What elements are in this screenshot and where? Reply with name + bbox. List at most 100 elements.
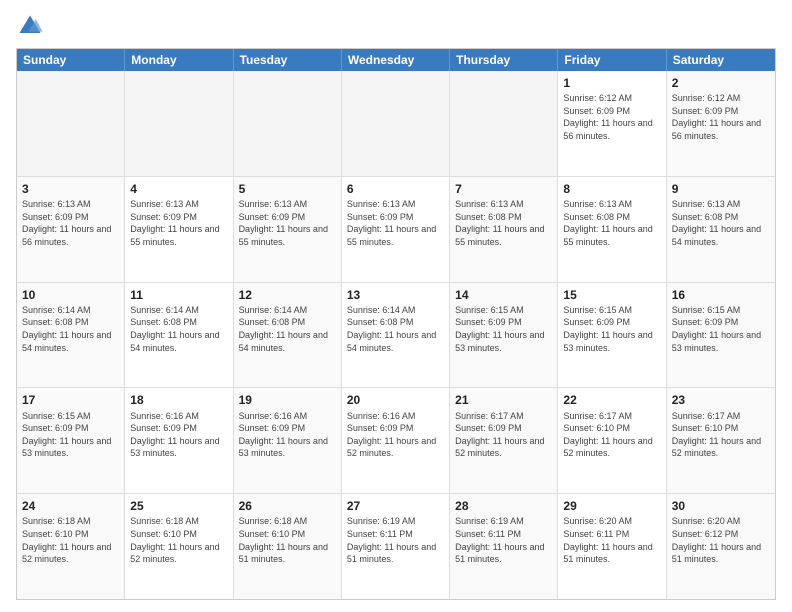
day-cell-29: 29Sunrise: 6:20 AM Sunset: 6:11 PM Dayli… [558,494,666,599]
day-info: Sunrise: 6:13 AM Sunset: 6:09 PM Dayligh… [130,198,227,248]
day-cell-15: 15Sunrise: 6:15 AM Sunset: 6:09 PM Dayli… [558,283,666,388]
week-row-4: 17 Sunrise: 6:15 AM Sunset: 6:09 PM Dayli… [17,388,775,494]
day-cell-16: 16Sunrise: 6:15 AM Sunset: 6:09 PM Dayli… [667,283,775,388]
day-cell-4: 4Sunrise: 6:13 AM Sunset: 6:09 PM Daylig… [125,177,233,282]
day-number: 7 [455,181,552,197]
day-cell-1: 1Sunrise: 6:12 AM Sunset: 6:09 PM Daylig… [558,71,666,176]
day-cell-27: 27Sunrise: 6:19 AM Sunset: 6:11 PM Dayli… [342,494,450,599]
day-number: 10 [22,287,119,303]
day-cell-6: 6Sunrise: 6:13 AM Sunset: 6:09 PM Daylig… [342,177,450,282]
day-info: Sunrise: 6:16 AM Sunset: 6:09 PM Dayligh… [347,410,444,460]
day-number: 1 [563,75,660,91]
day-info: Sunrise: 6:16 AM Sunset: 6:09 PM Dayligh… [130,410,227,460]
day-number: 19 [239,392,336,408]
day-number: 9 [672,181,770,197]
day-cell-17: 17 Sunrise: 6:15 AM Sunset: 6:09 PM Dayli… [17,388,125,493]
day-cell-7: 7Sunrise: 6:13 AM Sunset: 6:08 PM Daylig… [450,177,558,282]
day-header-thursday: Thursday [450,49,558,71]
day-info: Sunrise: 6:15 AM Sunset: 6:09 PM Dayligh… [672,304,770,354]
day-info: Sunrise: 6:19 AM Sunset: 6:11 PM Dayligh… [455,515,552,565]
day-info: Sunrise: 6:18 AM Sunset: 6:10 PM Dayligh… [239,515,336,565]
day-cell-21: 21 Sunrise: 6:17 AM Sunset: 6:09 PM Dayli… [450,388,558,493]
day-cell-11: 11Sunrise: 6:14 AM Sunset: 6:08 PM Dayli… [125,283,233,388]
logo-icon [16,12,44,40]
day-header-friday: Friday [558,49,666,71]
day-number: 4 [130,181,227,197]
day-info: Sunrise: 6:13 AM Sunset: 6:09 PM Dayligh… [22,198,119,248]
calendar-header: SundayMondayTuesdayWednesdayThursdayFrid… [17,49,775,71]
day-info: Sunrise: 6:19 AM Sunset: 6:11 PM Dayligh… [347,515,444,565]
day-info: Sunrise: 6:14 AM Sunset: 6:08 PM Dayligh… [22,304,119,354]
day-info: Sunrise: 6:12 AM Sunset: 6:09 PM Dayligh… [563,92,660,142]
calendar-body: 1Sunrise: 6:12 AM Sunset: 6:09 PM Daylig… [17,71,775,599]
day-info: Sunrise: 6:14 AM Sunset: 6:08 PM Dayligh… [347,304,444,354]
day-info: Sunrise: 6:13 AM Sunset: 6:08 PM Dayligh… [563,198,660,248]
day-number: 14 [455,287,552,303]
day-header-tuesday: Tuesday [234,49,342,71]
day-cell-10: 10Sunrise: 6:14 AM Sunset: 6:08 PM Dayli… [17,283,125,388]
day-cell-13: 13Sunrise: 6:14 AM Sunset: 6:08 PM Dayli… [342,283,450,388]
week-row-1: 1Sunrise: 6:12 AM Sunset: 6:09 PM Daylig… [17,71,775,177]
day-cell-8: 8Sunrise: 6:13 AM Sunset: 6:08 PM Daylig… [558,177,666,282]
calendar: SundayMondayTuesdayWednesdayThursdayFrid… [16,48,776,600]
day-number: 2 [672,75,770,91]
day-number: 24 [22,498,119,514]
day-info: Sunrise: 6:13 AM Sunset: 6:08 PM Dayligh… [672,198,770,248]
day-info: Sunrise: 6:13 AM Sunset: 6:09 PM Dayligh… [239,198,336,248]
day-info: Sunrise: 6:15 AM Sunset: 6:09 PM Dayligh… [455,304,552,354]
day-cell-20: 20 Sunrise: 6:16 AM Sunset: 6:09 PM Dayli… [342,388,450,493]
day-info: Sunrise: 6:17 AM Sunset: 6:10 PM Dayligh… [672,410,770,460]
day-number: 17 [22,392,119,408]
day-cell-22: 22 Sunrise: 6:17 AM Sunset: 6:10 PM Dayli… [558,388,666,493]
day-cell-19: 19 Sunrise: 6:16 AM Sunset: 6:09 PM Dayli… [234,388,342,493]
day-cell-26: 26Sunrise: 6:18 AM Sunset: 6:10 PM Dayli… [234,494,342,599]
day-number: 11 [130,287,227,303]
day-info: Sunrise: 6:17 AM Sunset: 6:10 PM Dayligh… [563,410,660,460]
day-number: 30 [672,498,770,514]
day-cell-9: 9Sunrise: 6:13 AM Sunset: 6:08 PM Daylig… [667,177,775,282]
day-number: 23 [672,392,770,408]
day-info: Sunrise: 6:17 AM Sunset: 6:09 PM Dayligh… [455,410,552,460]
week-row-3: 10Sunrise: 6:14 AM Sunset: 6:08 PM Dayli… [17,283,775,389]
day-number: 12 [239,287,336,303]
day-number: 22 [563,392,660,408]
day-number: 25 [130,498,227,514]
day-info: Sunrise: 6:13 AM Sunset: 6:09 PM Dayligh… [347,198,444,248]
day-number: 13 [347,287,444,303]
day-info: Sunrise: 6:20 AM Sunset: 6:12 PM Dayligh… [672,515,770,565]
day-cell-5: 5Sunrise: 6:13 AM Sunset: 6:09 PM Daylig… [234,177,342,282]
day-info: Sunrise: 6:14 AM Sunset: 6:08 PM Dayligh… [130,304,227,354]
empty-cell [125,71,233,176]
day-cell-3: 3Sunrise: 6:13 AM Sunset: 6:09 PM Daylig… [17,177,125,282]
day-info: Sunrise: 6:14 AM Sunset: 6:08 PM Dayligh… [239,304,336,354]
day-cell-12: 12Sunrise: 6:14 AM Sunset: 6:08 PM Dayli… [234,283,342,388]
day-number: 6 [347,181,444,197]
day-number: 21 [455,392,552,408]
day-cell-14: 14Sunrise: 6:15 AM Sunset: 6:09 PM Dayli… [450,283,558,388]
empty-cell [234,71,342,176]
day-info: Sunrise: 6:20 AM Sunset: 6:11 PM Dayligh… [563,515,660,565]
day-header-wednesday: Wednesday [342,49,450,71]
day-number: 29 [563,498,660,514]
day-number: 20 [347,392,444,408]
day-info: Sunrise: 6:16 AM Sunset: 6:09 PM Dayligh… [239,410,336,460]
logo [16,12,48,40]
day-cell-28: 28Sunrise: 6:19 AM Sunset: 6:11 PM Dayli… [450,494,558,599]
day-info: Sunrise: 6:12 AM Sunset: 6:09 PM Dayligh… [672,92,770,142]
day-number: 27 [347,498,444,514]
day-info: Sunrise: 6:15 AM Sunset: 6:09 PM Dayligh… [22,410,119,460]
day-number: 18 [130,392,227,408]
day-header-monday: Monday [125,49,233,71]
day-number: 26 [239,498,336,514]
header [16,12,776,40]
day-info: Sunrise: 6:15 AM Sunset: 6:09 PM Dayligh… [563,304,660,354]
day-info: Sunrise: 6:18 AM Sunset: 6:10 PM Dayligh… [22,515,119,565]
day-cell-2: 2Sunrise: 6:12 AM Sunset: 6:09 PM Daylig… [667,71,775,176]
empty-cell [342,71,450,176]
day-info: Sunrise: 6:18 AM Sunset: 6:10 PM Dayligh… [130,515,227,565]
empty-cell [450,71,558,176]
day-cell-18: 18 Sunrise: 6:16 AM Sunset: 6:09 PM Dayli… [125,388,233,493]
day-header-saturday: Saturday [667,49,775,71]
day-cell-30: 30Sunrise: 6:20 AM Sunset: 6:12 PM Dayli… [667,494,775,599]
empty-cell [17,71,125,176]
